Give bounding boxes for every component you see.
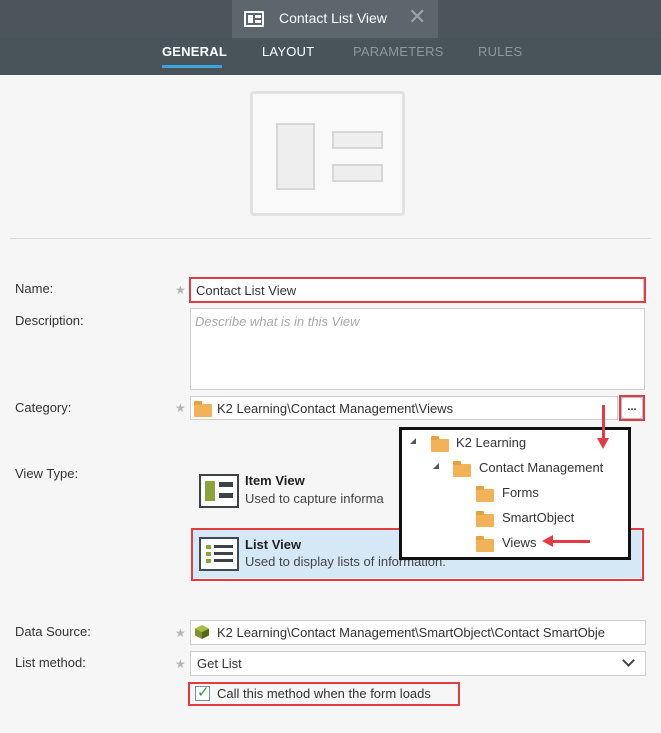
highlight-name [189, 277, 646, 303]
data-source-label: Data Source: [15, 624, 91, 639]
annotation-arrow-left [552, 540, 590, 543]
list-method-select[interactable]: Get List [190, 651, 646, 676]
data-source-value: K2 Learning\Contact Management\SmartObje… [217, 625, 606, 640]
name-label: Name: [15, 281, 54, 296]
smartobject-icon [195, 625, 209, 639]
tree-item-contact-management[interactable]: Contact Management [479, 460, 603, 475]
required-star-icon: ★ [175, 401, 186, 415]
tab-rules[interactable]: RULES [478, 44, 522, 59]
item-view-title[interactable]: Item View [245, 473, 305, 488]
view-type-label: View Type: [15, 466, 79, 481]
tab-parameters[interactable]: PARAMETERS [353, 44, 444, 59]
folder-icon [453, 461, 471, 477]
data-source-field[interactable]: K2 Learning\Contact Management\SmartObje… [190, 620, 646, 645]
view-icon [244, 11, 264, 27]
description-label: Description: [15, 313, 84, 328]
required-star-icon: ★ [175, 626, 186, 640]
item-view-icon [199, 474, 239, 508]
list-method-label: List method: [15, 655, 86, 670]
annotation-arrow-down-head [597, 438, 609, 449]
required-star-icon: ★ [175, 657, 186, 671]
view-preview-thumbnail [250, 91, 405, 216]
window-title: Contact List View [279, 10, 387, 26]
tree-item-smartobject[interactable]: SmartObject [502, 510, 574, 525]
tree-item-views[interactable]: Views [502, 535, 536, 550]
required-star-icon: ★ [175, 283, 186, 297]
tab-bar [0, 38, 661, 75]
tab-layout[interactable]: LAYOUT [262, 44, 314, 59]
folder-icon [476, 486, 494, 502]
item-view-description: Used to capture informa [245, 491, 384, 506]
expanded-triangle-icon[interactable] [433, 463, 439, 469]
tree-item-k2-learning[interactable]: K2 Learning [456, 435, 526, 450]
annotation-arrow-down [602, 405, 605, 442]
active-tab-indicator [162, 65, 222, 68]
description-placeholder: Describe what is in this View [195, 314, 360, 329]
divider [10, 238, 651, 239]
category-field[interactable]: K2 Learning\Contact Management\Views [190, 396, 618, 420]
tab-general[interactable]: GENERAL [162, 44, 227, 59]
expanded-triangle-icon[interactable] [410, 438, 416, 444]
tree-item-forms[interactable]: Forms [502, 485, 539, 500]
category-label: Category: [15, 400, 72, 415]
folder-icon [476, 536, 494, 552]
view-title-tab[interactable]: Contact List View ✕ [232, 0, 438, 38]
folder-icon [194, 401, 212, 417]
highlight-call-on-load [188, 682, 460, 706]
category-value: K2 Learning\Contact Management\Views [217, 401, 454, 416]
list-method-value: Get List [197, 656, 242, 671]
annotation-arrow-left-head [542, 535, 553, 547]
folder-icon [431, 436, 449, 452]
highlight-browse [619, 395, 645, 421]
folder-icon [476, 511, 494, 527]
description-textarea[interactable]: Describe what is in this View [190, 308, 645, 390]
close-icon[interactable]: ✕ [408, 5, 426, 29]
